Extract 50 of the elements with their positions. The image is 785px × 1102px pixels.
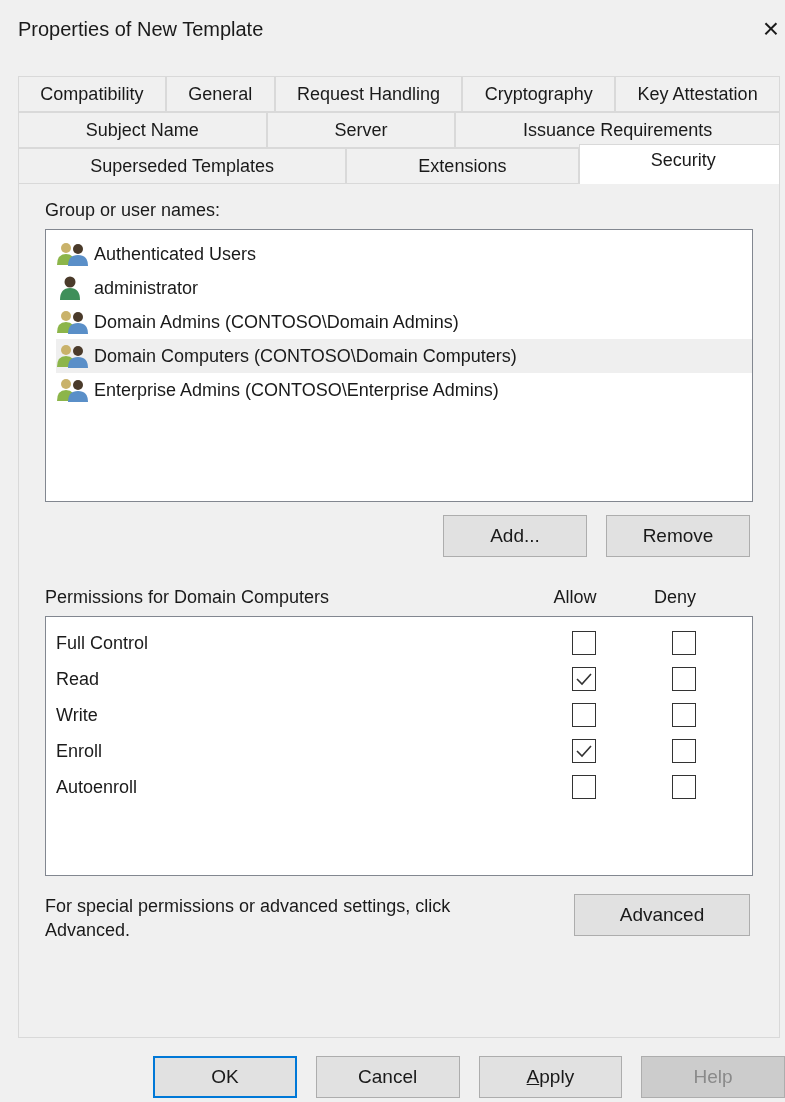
permission-name: Write xyxy=(56,704,99,726)
list-item[interactable]: Authenticated Users xyxy=(56,237,752,271)
checkmark-icon xyxy=(575,672,593,686)
checkbox[interactable] xyxy=(672,739,696,763)
checkbox[interactable] xyxy=(572,775,596,799)
permissions-label: Permissions for Domain Computers xyxy=(45,587,331,608)
checkbox[interactable] xyxy=(572,667,596,691)
dialog-button[interactable]: Cancel xyxy=(315,1056,460,1098)
checkbox[interactable] xyxy=(672,631,696,655)
close-button[interactable]: × xyxy=(762,15,779,43)
advanced-hint: For special permissions or advanced settings, click Advanced. xyxy=(45,895,452,942)
tab[interactable]: Superseded Templates xyxy=(18,148,347,184)
column-header: Deny xyxy=(653,587,697,608)
column-header: Allow xyxy=(552,587,598,608)
action-button[interactable]: Remove xyxy=(606,515,750,557)
tab[interactable]: Cryptography xyxy=(462,76,616,112)
action-button[interactable]: Add... xyxy=(443,515,587,557)
dialog-button[interactable]: OK xyxy=(153,1056,297,1098)
user-group-icon xyxy=(56,242,90,266)
checkmark-icon xyxy=(575,744,593,758)
permission-name: Read xyxy=(56,668,101,690)
permission-name: Full Control xyxy=(56,632,150,654)
tab[interactable]: Request Handling xyxy=(274,76,463,112)
tab[interactable]: Server xyxy=(266,112,456,148)
tab[interactable]: Subject Name xyxy=(18,112,267,148)
permission-name: Enroll xyxy=(56,740,104,762)
list-item[interactable]: Domain Computers (CONTOSO\Domain Computers) xyxy=(56,339,752,373)
checkbox[interactable] xyxy=(572,739,596,763)
user-group-icon xyxy=(56,378,90,402)
tab[interactable]: Security xyxy=(578,144,780,184)
checkbox[interactable] xyxy=(672,703,696,727)
dialog-button[interactable]: Apply xyxy=(478,1056,623,1098)
tab[interactable]: General xyxy=(165,76,275,112)
tab[interactable]: Compatibility xyxy=(18,76,166,112)
list-item[interactable]: administrator xyxy=(56,271,752,305)
list-item[interactable]: Enterprise Admins (CONTOSO\Enterprise Admins) xyxy=(56,373,752,407)
user-group-icon xyxy=(56,310,90,334)
tab[interactable]: Key Attestation xyxy=(615,76,780,112)
user-group-icon xyxy=(56,344,90,368)
list-item[interactable]: Domain Admins (CONTOSO\Domain Admins) xyxy=(56,305,752,339)
checkbox[interactable] xyxy=(572,631,596,655)
window-title: Properties of New Template xyxy=(18,17,264,41)
checkbox[interactable] xyxy=(672,667,696,691)
advanced-button[interactable]: Advanced xyxy=(574,894,750,936)
tab[interactable]: Extensions xyxy=(346,148,579,184)
permission-name: Autoenroll xyxy=(56,776,139,798)
group-list-label: Group or user names: xyxy=(45,200,222,221)
checkbox[interactable] xyxy=(672,775,696,799)
tab[interactable]: Issuance Requirements xyxy=(455,112,780,148)
checkbox[interactable] xyxy=(572,703,596,727)
